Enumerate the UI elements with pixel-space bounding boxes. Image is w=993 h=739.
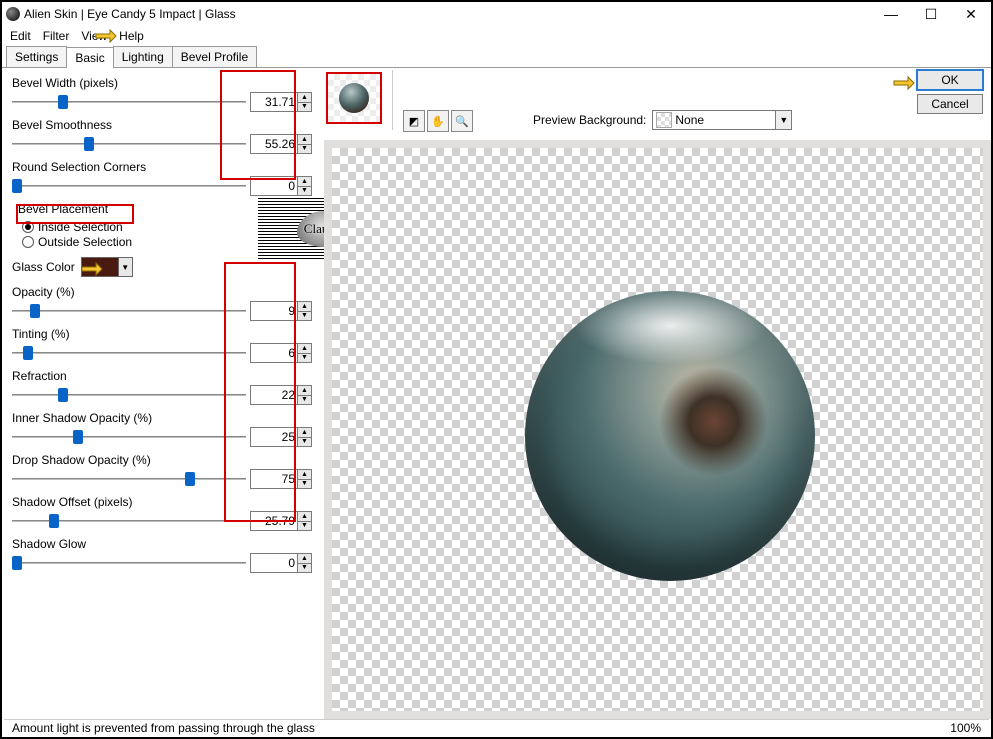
glass-color-label: Glass Color <box>12 260 75 274</box>
chevron-down-icon: ▼ <box>775 111 791 129</box>
divider <box>392 70 393 130</box>
refraction-input[interactable] <box>250 385 298 405</box>
thumbnail-icon <box>339 83 369 113</box>
preview-bg-select[interactable]: None ▼ <box>652 110 792 130</box>
status-hint: Amount light is prevented from passing t… <box>12 721 315 735</box>
ok-label: OK <box>941 73 958 87</box>
preview-thumbnail[interactable] <box>326 72 382 124</box>
hand-tool-icon[interactable]: ✋ <box>427 110 449 132</box>
bevel-width-input[interactable] <box>250 92 298 112</box>
minimize-button[interactable]: — <box>871 3 911 25</box>
statusbar: Amount light is prevented from passing t… <box>4 719 989 735</box>
bevel-width-slider[interactable] <box>12 93 246 111</box>
inner-shadow-spinner[interactable]: ▲▼ <box>298 427 312 447</box>
preview-canvas <box>332 148 983 711</box>
tab-lighting[interactable]: Lighting <box>113 46 173 67</box>
preview-toolbar: ◩ ✋ 🔍 Preview Background: None ▼ OK <box>322 68 991 138</box>
preview-viewport[interactable] <box>324 140 991 719</box>
tinting-slider[interactable] <box>12 344 246 362</box>
opacity-input[interactable] <box>250 301 298 321</box>
shadow-glow-slider[interactable] <box>12 554 246 572</box>
round-corners-slider[interactable] <box>12 177 246 195</box>
preview-panel: ◩ ✋ 🔍 Preview Background: None ▼ OK <box>322 68 991 719</box>
drop-shadow-input[interactable] <box>250 469 298 489</box>
pointer-icon <box>80 257 104 277</box>
bevel-smoothness-slider[interactable] <box>12 135 246 153</box>
radio-outside-label: Outside Selection <box>38 235 132 249</box>
menu-filter[interactable]: Filter <box>43 29 70 43</box>
ok-button[interactable]: OK <box>917 70 983 90</box>
shadow-offset-input[interactable] <box>250 511 298 531</box>
menu-edit[interactable]: Edit <box>10 29 31 43</box>
shadow-offset-label: Shadow Offset (pixels) <box>12 495 312 509</box>
tab-basic[interactable]: Basic <box>66 47 113 68</box>
zoom-tool-icon[interactable]: 🔍 <box>451 110 473 132</box>
pointer-icon <box>94 24 118 44</box>
refraction-spinner[interactable]: ▲▼ <box>298 385 312 405</box>
round-corners-label: Round Selection Corners <box>12 160 312 174</box>
drop-shadow-slider[interactable] <box>12 470 246 488</box>
transparency-icon <box>656 112 672 128</box>
window-controls: — ☐ ✕ <box>871 3 991 25</box>
shadow-glow-input[interactable] <box>250 553 298 573</box>
glass-color-picker[interactable]: ▼ <box>81 257 133 277</box>
shadow-offset-slider[interactable] <box>12 512 246 530</box>
zoom-level: 100% <box>950 721 981 735</box>
cancel-button[interactable]: Cancel <box>917 94 983 114</box>
titlebar: Alien Skin | Eye Candy 5 Impact | Glass … <box>2 2 991 26</box>
refraction-label: Refraction <box>12 369 312 383</box>
radio-inside-label: Inside Selection <box>38 220 123 234</box>
inner-shadow-input[interactable] <box>250 427 298 447</box>
settings-panel: Bevel Width (pixels) ▲▼ Bevel Smoothness… <box>2 68 322 719</box>
opacity-spinner[interactable]: ▲▼ <box>298 301 312 321</box>
bevel-smoothness-spinner[interactable]: ▲▼ <box>298 134 312 154</box>
tinting-input[interactable] <box>250 343 298 363</box>
shadow-glow-spinner[interactable]: ▲▼ <box>298 553 312 573</box>
bevel-smoothness-input[interactable] <box>250 134 298 154</box>
tab-row: Settings Basic Lighting Bevel Profile <box>2 46 991 68</box>
chevron-down-icon: ▼ <box>118 258 132 276</box>
opacity-label: Opacity (%) <box>12 285 312 299</box>
inner-shadow-label: Inner Shadow Opacity (%) <box>12 411 312 425</box>
drop-shadow-spinner[interactable]: ▲▼ <box>298 469 312 489</box>
menu-help[interactable]: Help <box>119 29 144 43</box>
inner-shadow-slider[interactable] <box>12 428 246 446</box>
round-corners-spinner[interactable]: ▲▼ <box>298 176 312 196</box>
preview-bg-label: Preview Background: <box>533 113 646 127</box>
marquee-tool-icon[interactable]: ◩ <box>403 110 425 132</box>
shadow-glow-label: Shadow Glow <box>12 537 312 551</box>
menubar: Edit Filter View Help <box>2 26 991 46</box>
close-button[interactable]: ✕ <box>951 3 991 25</box>
tinting-spinner[interactable]: ▲▼ <box>298 343 312 363</box>
radio-icon <box>22 221 34 233</box>
refraction-slider[interactable] <box>12 386 246 404</box>
drop-shadow-label: Drop Shadow Opacity (%) <box>12 453 312 467</box>
preview-bg-value: None <box>675 113 775 127</box>
shadow-offset-spinner[interactable]: ▲▼ <box>298 511 312 531</box>
window-title: Alien Skin | Eye Candy 5 Impact | Glass <box>24 7 871 21</box>
maximize-button[interactable]: ☐ <box>911 3 951 25</box>
tab-settings[interactable]: Settings <box>6 46 67 67</box>
tinting-label: Tinting (%) <box>12 327 312 341</box>
pointer-icon <box>892 71 916 91</box>
round-corners-input[interactable] <box>250 176 298 196</box>
scrollbar-vertical[interactable] <box>983 148 991 711</box>
bevel-smoothness-label: Bevel Smoothness <box>12 118 312 132</box>
radio-icon <box>22 236 34 248</box>
app-icon <box>6 7 20 21</box>
bevel-width-spinner[interactable]: ▲▼ <box>298 92 312 112</box>
tab-bevel-profile[interactable]: Bevel Profile <box>172 46 257 67</box>
glass-preview <box>525 291 815 581</box>
opacity-slider[interactable] <box>12 302 246 320</box>
bevel-width-label: Bevel Width (pixels) <box>12 76 312 90</box>
